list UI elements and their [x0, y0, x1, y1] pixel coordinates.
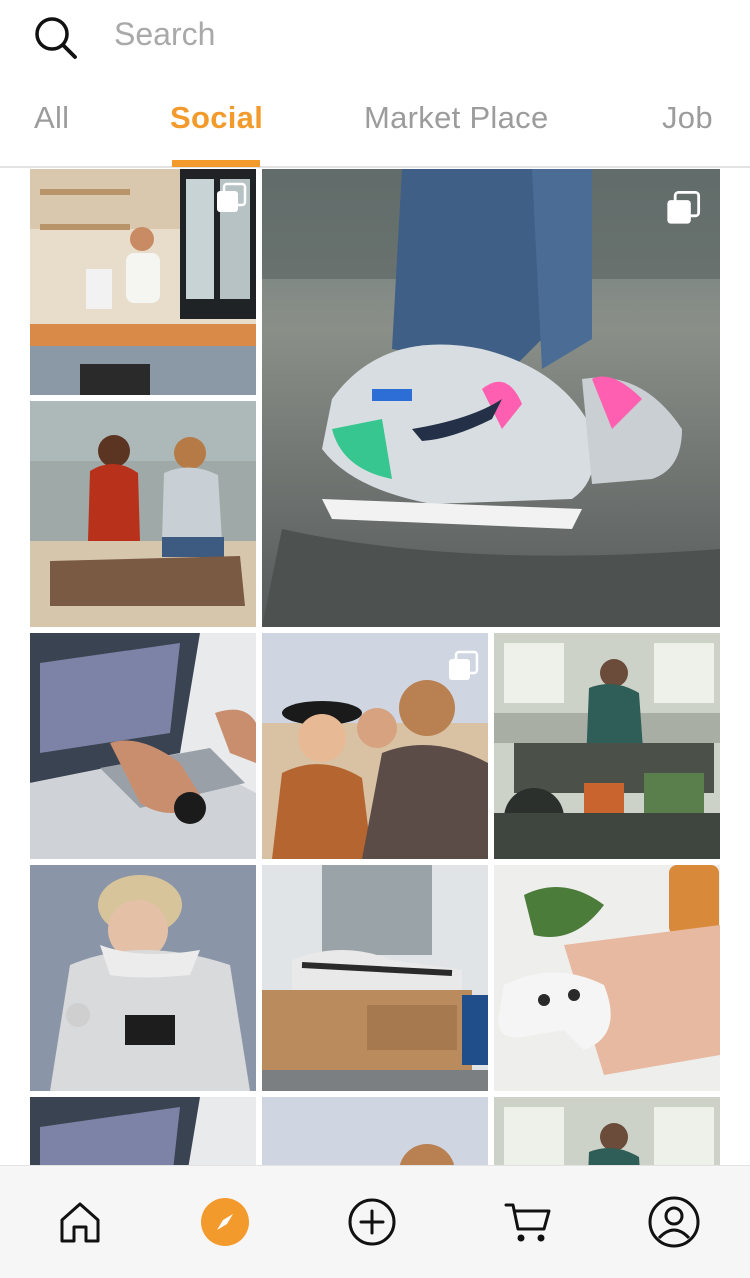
photo-tile-beach[interactable] [30, 401, 256, 627]
tab-market-place[interactable]: Market Place [364, 100, 549, 136]
cart-icon [504, 1203, 551, 1242]
multiple-photos-icon [449, 650, 479, 680]
nav-cart[interactable] [502, 1196, 554, 1248]
photo-beach [30, 401, 256, 627]
profile-icon [648, 1196, 700, 1248]
photo-friends-2 [262, 1097, 488, 1165]
photo-grid [0, 169, 750, 1165]
compass-icon [201, 1198, 249, 1246]
tab-job[interactable]: Job [662, 100, 713, 136]
photo-tile-boost[interactable] [262, 865, 488, 1091]
photo-tile-hoodie[interactable] [30, 865, 256, 1091]
photo-boost [262, 865, 488, 1091]
nav-profile[interactable] [648, 1196, 700, 1248]
photo-laptop [30, 633, 256, 859]
photo-tile-friends-2[interactable] [262, 1097, 488, 1165]
photo-tile-barista[interactable] [30, 169, 256, 395]
home-icon [60, 1202, 100, 1243]
plus-circle-icon [348, 1198, 396, 1246]
search-bar [0, 0, 750, 72]
photo-laptop-2 [30, 1097, 256, 1165]
multiple-photos-icon [217, 182, 247, 212]
nav-home[interactable] [54, 1196, 106, 1248]
photo-tile-controller[interactable] [494, 865, 720, 1091]
tab-all[interactable]: All [34, 100, 69, 136]
photo-workshop-2 [494, 1097, 720, 1165]
photo-tile-laptop-2[interactable] [30, 1097, 256, 1165]
nav-explore[interactable] [199, 1196, 251, 1248]
photo-hoodie [30, 865, 256, 1091]
photo-tile-friends[interactable] [262, 633, 488, 859]
photo-controller [494, 865, 720, 1091]
active-tab-indicator [172, 160, 260, 167]
explore-screen: All Social Market Place Job [0, 0, 750, 1278]
search-icon[interactable] [32, 14, 78, 60]
bottom-nav [0, 1165, 750, 1278]
category-tabs: All Social Market Place Job [0, 84, 750, 168]
photo-tile-sneakers[interactable] [262, 169, 720, 627]
photo-sneakers [262, 169, 720, 627]
photo-tile-workshop[interactable] [494, 633, 720, 859]
photo-workshop [494, 633, 720, 859]
photo-tile-workshop-2[interactable] [494, 1097, 720, 1165]
photo-tile-laptop[interactable] [30, 633, 256, 859]
nav-create[interactable] [346, 1196, 398, 1248]
multiple-photos-icon [667, 190, 701, 224]
tab-social[interactable]: Social [170, 100, 263, 136]
search-input[interactable] [114, 12, 714, 56]
